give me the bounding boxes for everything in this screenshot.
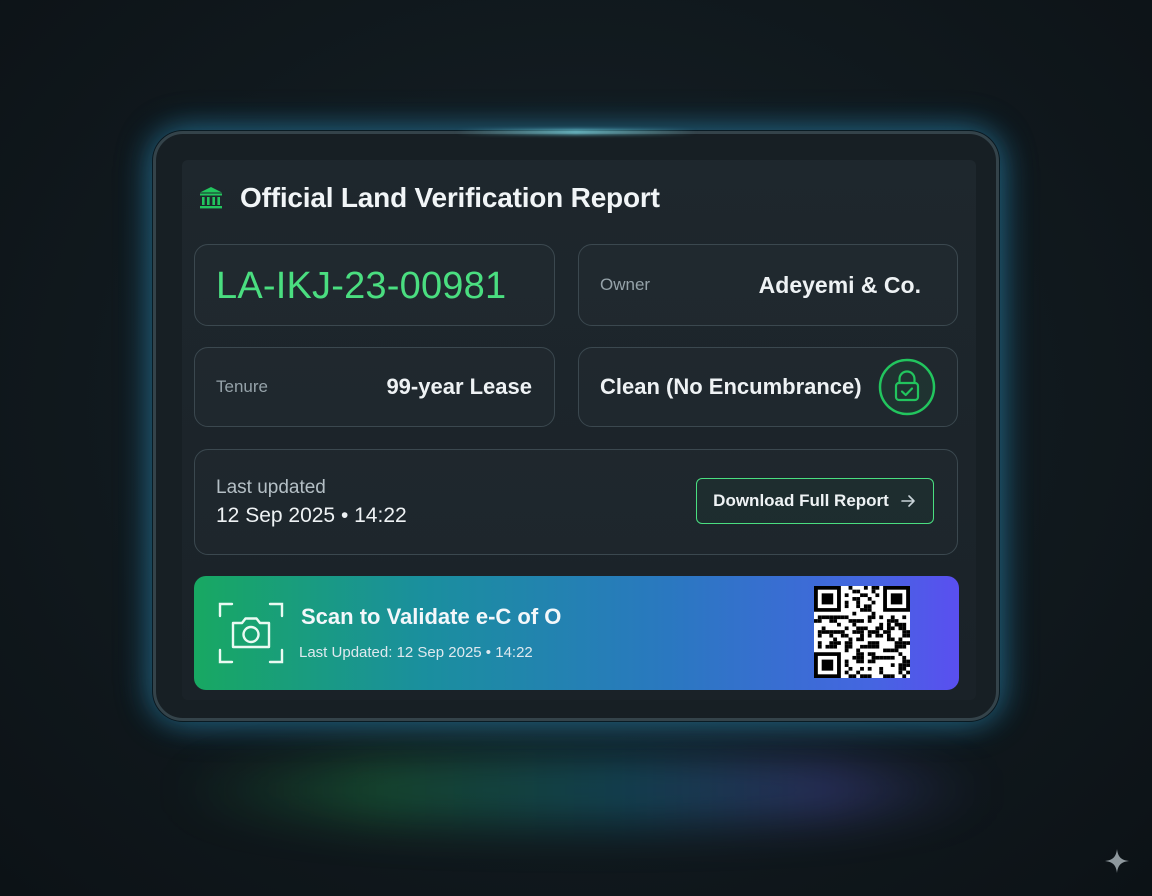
floor-glow: [170, 755, 990, 825]
bank-building-icon: [198, 185, 224, 211]
validation-banner: Scan to Validate e-C of O Last Updated: …: [194, 576, 959, 690]
report-screen: Official Land Verification Report LA-IKJ…: [182, 160, 976, 700]
page-title: Official Land Verification Report: [240, 182, 660, 213]
owner-value: Adeyemi & Co.: [758, 271, 921, 298]
last-updated-label: Last updated: [216, 477, 326, 498]
last-updated-card: Last updated 12 Sep 2025 • 14:22 Downloa…: [194, 449, 958, 555]
lock-check-icon: [878, 358, 936, 416]
arrow-right-icon: [899, 492, 917, 510]
download-full-report-button[interactable]: Download Full Report: [696, 478, 934, 524]
camera-scan-icon: [218, 602, 284, 664]
owner-label: Owner: [600, 275, 651, 294]
tenure-card: Tenure 99-year Lease: [194, 347, 555, 427]
tenure-label: Tenure: [216, 377, 268, 396]
report-header: Official Land Verification Report: [198, 178, 660, 218]
device-frame: Official Land Verification Report LA-IKJ…: [153, 131, 999, 721]
last-updated-value: 12 Sep 2025 • 14:22: [216, 504, 407, 527]
sparkle-icon: [1104, 848, 1130, 874]
stage: Official Land Verification Report LA-IKJ…: [0, 0, 1152, 896]
encumbrance-status-card: Clean (No Encumbrance): [578, 347, 958, 427]
banner-subtitle: Last Updated: 12 Sep 2025 • 14:22: [299, 644, 533, 661]
encumbrance-status: Clean (No Encumbrance): [600, 374, 862, 399]
banner-title: Scan to Validate e-C of O: [301, 604, 562, 629]
parcel-id: LA-IKJ-23-00981: [216, 264, 507, 307]
owner-card: Owner Adeyemi & Co.: [578, 244, 958, 326]
download-button-label: Download Full Report: [713, 491, 889, 510]
tenure-value: 99-year Lease: [386, 374, 532, 399]
parcel-id-card: LA-IKJ-23-00981: [194, 244, 555, 326]
qr-code-icon[interactable]: [814, 586, 910, 678]
